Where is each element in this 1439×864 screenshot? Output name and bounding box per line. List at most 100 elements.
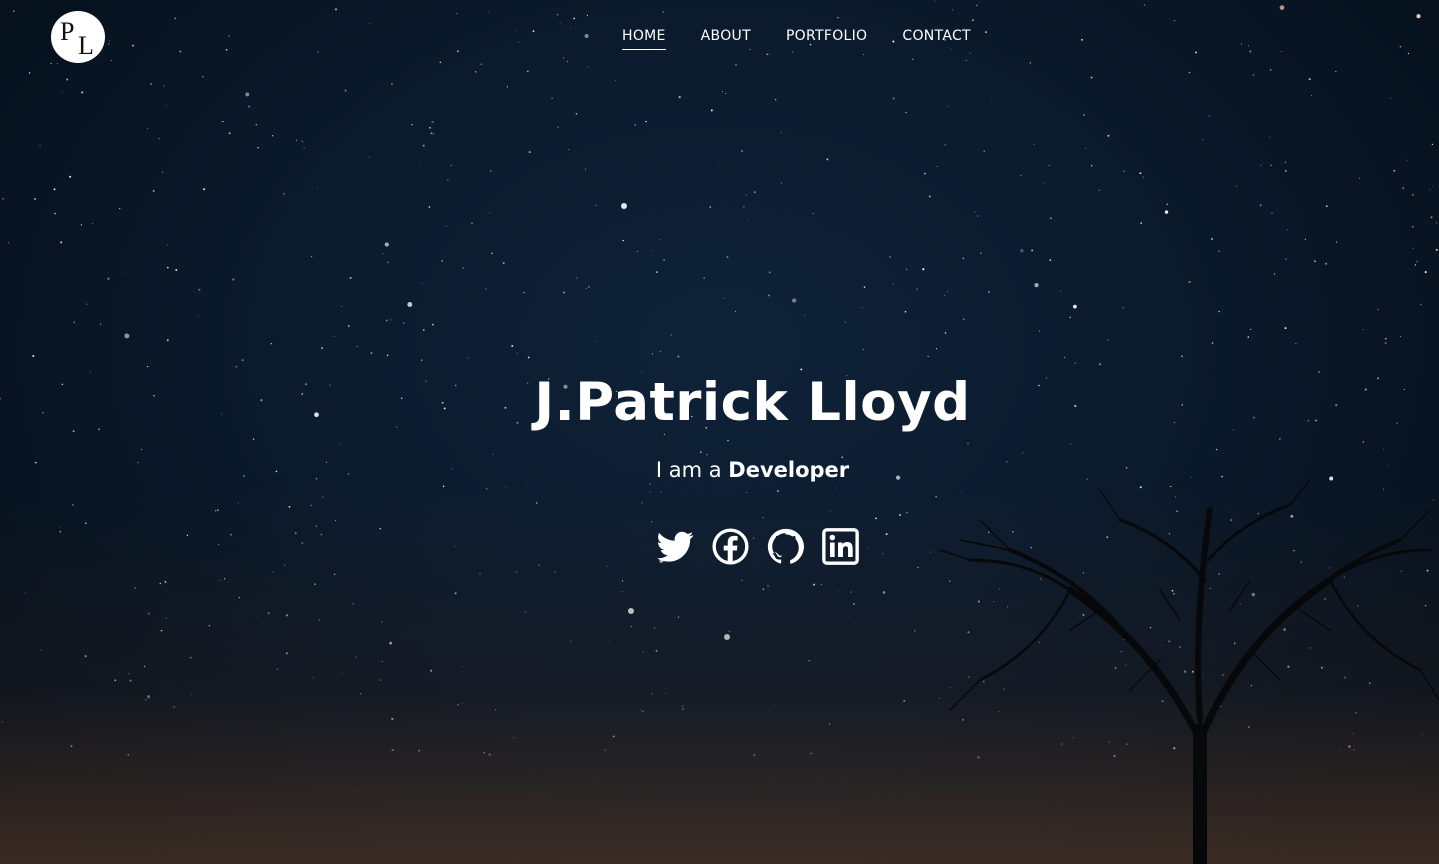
star [146,365,149,368]
star [1358,177,1361,179]
star [585,168,586,170]
star [1279,438,1281,440]
star [84,655,87,658]
star [527,356,530,359]
star [295,139,298,141]
star [1429,188,1431,190]
star [317,187,318,189]
linkedin-link[interactable] [822,528,859,565]
star [670,334,672,336]
star [587,66,589,68]
star [1033,143,1035,145]
star [962,318,965,321]
star [1048,164,1050,166]
star [339,442,341,444]
star [734,310,736,312]
star [614,79,617,81]
star [489,170,492,172]
star [407,302,413,307]
star [905,111,907,114]
star [355,656,357,658]
star [60,241,63,244]
star [1284,170,1287,172]
nav-about[interactable]: ABOUT [701,28,751,50]
star [430,132,433,135]
twitter-link[interactable] [657,528,694,565]
star [1414,264,1416,266]
star [984,31,987,34]
star [867,548,869,549]
github-link[interactable] [767,528,804,565]
star [526,70,529,73]
star [237,502,239,504]
star [912,58,914,60]
nav-contact[interactable]: CONTACT [902,28,971,50]
star [173,705,176,708]
subtitle-role: Developer [728,458,850,482]
star [303,147,305,149]
star [285,614,288,617]
star [820,583,823,586]
star [1435,222,1438,224]
star [483,752,485,754]
star [741,150,743,152]
star [198,288,201,291]
star [976,215,979,217]
star [462,666,464,668]
facebook-link[interactable] [712,528,749,565]
star [826,158,829,161]
star [621,580,624,582]
star [726,256,729,259]
star [526,485,528,487]
star [149,82,153,85]
star [245,92,250,97]
star [1074,362,1076,364]
star [532,30,535,32]
star [69,175,72,178]
star [341,672,343,674]
star [445,226,447,227]
star [216,509,219,512]
star [360,693,362,695]
star [7,242,10,244]
star [642,651,644,653]
star [1406,159,1408,161]
star [810,752,813,755]
star [381,621,383,623]
star [128,672,130,675]
nav-portfolio[interactable]: PORTFOLIO [786,28,867,50]
star [971,19,974,22]
star [585,288,587,290]
star [252,438,255,440]
star [1382,448,1384,450]
star [1250,328,1252,331]
star [1412,225,1414,228]
star [663,258,665,261]
facebook-icon [712,528,749,565]
star [288,505,291,508]
star [474,71,477,73]
star [1098,189,1101,191]
star [1335,70,1337,72]
star [191,693,193,695]
star [1284,327,1287,330]
star [875,517,877,520]
star [428,206,431,208]
star [1325,262,1328,265]
star [1123,170,1125,172]
star [655,649,658,652]
star [1218,310,1221,313]
star [318,619,321,621]
star [1069,316,1071,319]
star [551,97,553,100]
star [838,591,840,593]
star [660,491,662,493]
star [1431,143,1434,146]
star [804,314,806,316]
star [72,504,74,506]
star [166,104,168,106]
star [290,234,292,236]
nav-home[interactable]: HOME [622,28,666,50]
star [642,710,644,713]
site-logo[interactable]: P L [51,11,105,63]
